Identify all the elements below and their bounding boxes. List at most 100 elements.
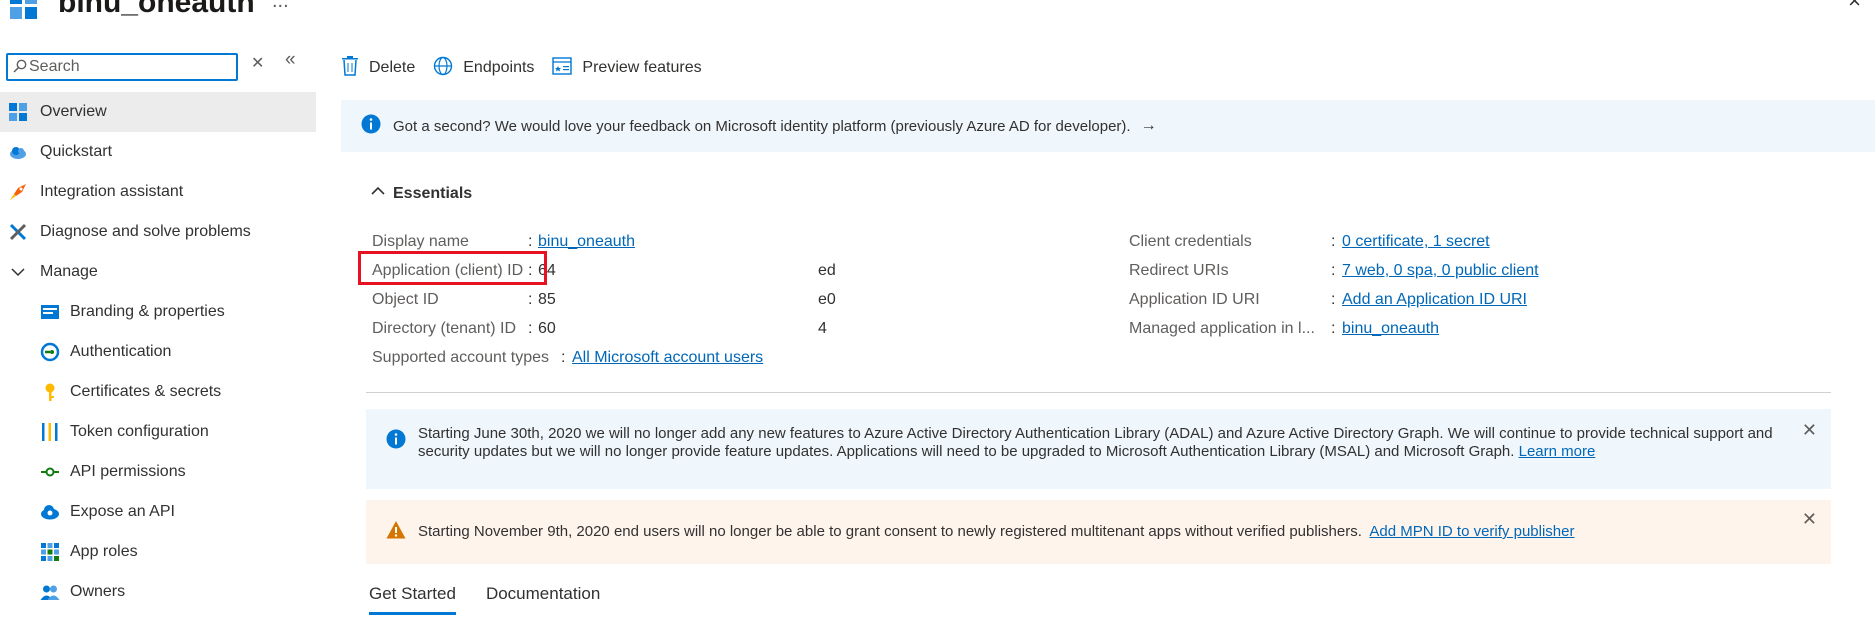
chevron-up-icon [371,184,385,203]
essentials-label: Object ID [372,291,439,308]
clear-filter-button[interactable]: ✕ [251,53,264,73]
sidebar-item-label: API permissions [70,463,186,480]
main-content: Delete Endpoints Preview features Got a … [341,44,1875,624]
sidebar-item-label: Owners [70,583,126,600]
sidebar-item-owners[interactable]: Owners [0,572,316,612]
publisher-verification-notice: Starting November 9th, 2020 end users wi… [366,500,1831,564]
essentials-label: Managed application in l... [1129,320,1315,337]
essentials-row-redirect-uris: Redirect URIs : 7 web, 0 spa, 0 public c… [1129,256,1539,286]
learn-more-link[interactable]: Learn more [1519,443,1596,460]
endpoints-label: Endpoints [463,59,535,76]
object-id-value-end: e0 [818,291,836,308]
sidebar-item-label: Token configuration [70,423,209,440]
search-input[interactable] [27,58,236,76]
close-notice-button[interactable]: ✕ [1802,421,1817,439]
preview-features-button[interactable]: Preview features [552,56,702,80]
sidebar-item-label: Branding & properties [70,303,225,320]
account-types-link[interactable]: All Microsoft account users [572,349,763,367]
essentials-divider [366,392,1831,393]
essentials-label: Display name [372,233,469,250]
search-icon [13,59,27,76]
api-permissions-icon [40,462,60,482]
sidebar: ✕ « Overview Quickstart Integration assi… [0,44,316,624]
essentials-label: Redirect URIs [1129,262,1229,279]
essentials-colon: : [528,233,533,250]
close-notice-button[interactable]: ✕ [1802,510,1817,528]
endpoints-button[interactable]: Endpoints [433,56,534,81]
essentials-row-client-credentials: Client credentials : 0 certificate, 1 se… [1129,227,1490,257]
essentials-row-tenant-id: Directory (tenant) ID : 60 4 [372,314,827,344]
sidebar-item-label: Expose an API [70,503,175,520]
sidebar-item-authentication[interactable]: Authentication [0,332,316,372]
command-bar: Delete Endpoints Preview features [341,53,720,83]
more-options-button[interactable]: ... [272,0,289,13]
close-blade-button[interactable]: × [1848,0,1861,14]
sidebar-item-quickstart[interactable]: Quickstart [0,132,316,172]
essentials-colon: : [1331,233,1336,250]
essentials-row-object-id: Object ID : 85 e0 [372,285,836,315]
essentials-colon: : [1331,320,1336,337]
sidebar-search [6,53,238,81]
sidebar-item-expose-api[interactable]: Expose an API [0,492,316,532]
tab-documentation[interactable]: Documentation [486,584,600,615]
trash-icon [341,55,369,81]
sidebar-item-token-configuration[interactable]: Token configuration [0,412,316,452]
chevron-down-icon [8,262,28,282]
sidebar-item-certificates[interactable]: Certificates & secrets [0,372,316,412]
essentials-label: Client credentials [1129,233,1252,250]
object-id-value[interactable]: 85 [538,291,556,309]
feedback-banner[interactable]: Got a second? We would love your feedbac… [341,100,1875,152]
app-id-uri-link[interactable]: Add an Application ID URI [1342,291,1527,309]
tenant-id-value-end: 4 [818,320,827,337]
add-mpn-id-link[interactable]: Add MPN ID to verify publisher [1369,523,1574,540]
sidebar-item-label: Quickstart [40,143,113,160]
feedback-text: Got a second? We would love your feedbac… [393,117,1131,135]
info-icon [386,429,406,454]
globe-icon [433,56,463,81]
sidebar-item-integration-assistant[interactable]: Integration assistant [0,172,316,212]
essentials-label: Application ID URI [1129,291,1260,308]
essentials-colon: : [528,291,533,308]
overview-grid-icon [8,102,28,122]
arrow-right-icon: → [1140,117,1157,134]
sidebar-item-overview[interactable]: Overview [0,92,316,132]
authentication-icon [40,342,60,362]
branding-icon [40,302,60,322]
tab-get-started[interactable]: Get Started [369,584,456,615]
sidebar-item-diagnose[interactable]: Diagnose and solve problems [0,212,316,252]
sidebar-item-app-roles[interactable]: App roles [0,532,316,572]
sidebar-group-manage[interactable]: Manage [0,252,316,292]
info-icon [361,114,381,138]
essentials-row-account-types: Supported account types : All Microsoft … [372,343,763,373]
essentials-label: Directory (tenant) ID [372,320,517,337]
essentials-row-managed-app: Managed application in l... : binu_oneau… [1129,314,1439,344]
token-bars-icon [40,422,60,442]
sidebar-item-label: Integration assistant [40,183,184,200]
essentials-row-app-id-uri: Application ID URI : Add an Application … [1129,285,1527,315]
app-registration-icon [8,0,42,28]
rocket-icon [8,182,28,202]
tenant-id-value[interactable]: 60 [538,320,556,338]
delete-button[interactable]: Delete [341,55,416,81]
adal-deprecation-notice: Starting June 30th, 2020 we will no long… [366,409,1831,489]
preview-features-label: Preview features [582,59,702,76]
sidebar-item-label: Diagnose and solve problems [40,223,251,240]
sidebar-item-label: Authentication [70,343,172,360]
managed-app-link[interactable]: binu_oneauth [1342,320,1439,338]
sidebar-item-api-permissions[interactable]: API permissions [0,452,316,492]
sidebar-item-branding[interactable]: Branding & properties [0,292,316,332]
essentials-colon: : [561,349,566,366]
redirect-uris-link[interactable]: 7 web, 0 spa, 0 public client [1342,262,1539,280]
essentials-toggle[interactable]: Essentials [371,184,472,203]
key-icon [40,382,60,402]
collapse-sidebar-button[interactable]: « [285,49,296,71]
essentials-label: Supported account types [372,349,550,366]
cloud-api-icon [40,502,60,522]
client-credentials-link[interactable]: 0 certificate, 1 secret [1342,233,1490,251]
essentials-title: Essentials [393,184,473,202]
delete-label: Delete [369,59,416,76]
consent-notice-text: Starting November 9th, 2020 end users wi… [418,523,1362,540]
highlight-box-client-id [358,251,547,285]
page-title: binu_oneauth [58,0,255,19]
display-name-link[interactable]: binu_oneauth [538,233,635,251]
